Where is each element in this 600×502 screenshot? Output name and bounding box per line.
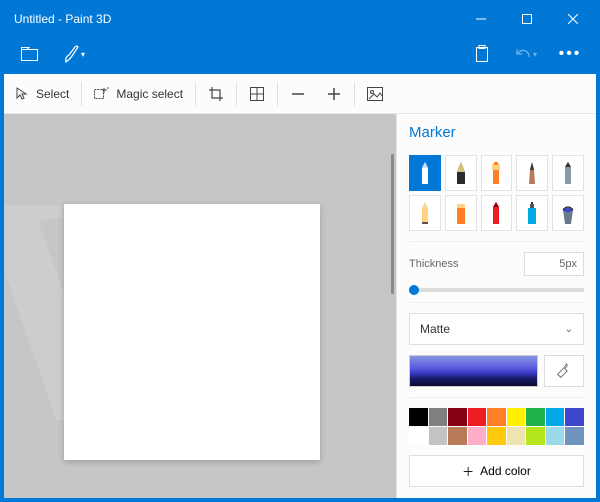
color-swatch[interactable] [448,408,467,426]
title-bar: Untitled - Paint 3D [4,4,596,34]
thickness-value[interactable]: 5px [524,252,584,276]
close-button[interactable] [550,4,596,34]
ellipsis-icon: ••• [559,45,582,63]
image-icon [367,86,383,102]
paste-button[interactable] [462,36,502,72]
plus-icon: ＋ [462,463,474,480]
spray-can-icon [525,200,539,226]
grid-toggle[interactable] [239,74,275,114]
magic-select-icon [94,86,110,102]
color-swatch[interactable] [468,408,487,426]
brush-pixel-pen[interactable] [552,155,584,191]
brush-grid [409,155,584,231]
thickness-slider[interactable] [409,288,584,292]
crop-icon [208,86,224,102]
menu-bar: ▾ ▾ ••• [4,34,596,74]
watercolor-icon [525,160,539,186]
canvas[interactable] [64,204,320,460]
color-palette [409,408,584,445]
material-value: Matte [420,322,450,336]
minus-icon [290,86,306,102]
crayon-icon [489,200,503,226]
brush-eraser[interactable] [445,195,477,231]
undo-icon [515,47,531,61]
thickness-label: Thickness [409,258,459,270]
canvas-viewport[interactable]: W http://winaero.com [4,114,396,498]
window-title: Untitled - Paint 3D [4,12,458,26]
color-swatch[interactable] [429,408,448,426]
menu-expand-button[interactable] [10,36,50,72]
zoom-in-button[interactable] [316,74,352,114]
color-swatch[interactable] [487,427,506,445]
eraser-icon [454,200,468,226]
eyedropper-icon [556,363,572,379]
chevron-down-icon: ▾ [81,50,85,59]
zoom-out-button[interactable] [280,74,316,114]
color-swatch[interactable] [565,427,584,445]
color-swatch[interactable] [507,408,526,426]
pencil-icon [418,200,432,226]
brush-spray-can[interactable] [516,195,548,231]
brush-calligraphy-pen[interactable] [445,155,477,191]
vertical-scrollbar[interactable] [391,154,394,294]
view-3d-button[interactable] [357,74,393,114]
brush-crayon[interactable] [481,195,513,231]
color-swatch[interactable] [546,427,565,445]
color-swatch[interactable] [448,427,467,445]
grid-icon [249,86,265,102]
marker-icon [418,160,432,186]
content-area: W http://winaero.com Marker [4,114,596,498]
brush-icon [63,45,79,63]
select-label: Select [36,87,69,101]
add-color-button[interactable]: ＋ Add color [409,455,584,487]
material-dropdown[interactable]: Matte ⌄ [409,313,584,345]
brush-marker[interactable] [409,155,441,191]
color-swatch[interactable] [487,408,506,426]
brush-oil[interactable] [481,155,513,191]
color-swatch[interactable] [409,427,428,445]
chevron-down-icon: ⌄ [565,324,573,335]
cursor-icon [14,86,30,102]
brush-pencil[interactable] [409,195,441,231]
current-color-swatch[interactable] [409,355,538,387]
brushes-panel: Marker Thickness 5px [396,114,596,498]
undo-button[interactable]: ▾ [506,36,546,72]
crop-tool[interactable] [198,74,234,114]
bucket-icon [560,200,576,226]
folder-icon [21,47,39,61]
maximize-icon [522,14,532,24]
color-swatch[interactable] [565,408,584,426]
tool-bar: Select Magic select [4,74,596,114]
color-swatch[interactable] [526,427,545,445]
add-color-label: Add color [480,464,531,478]
pixel-pen-icon [561,160,575,186]
color-swatch[interactable] [468,427,487,445]
magic-select-label: Magic select [116,87,183,101]
color-swatch[interactable] [507,427,526,445]
magic-select-tool[interactable]: Magic select [84,74,193,114]
brushes-menu-button[interactable]: ▾ [54,36,94,72]
plus-icon [326,86,342,102]
minimize-icon [476,14,486,24]
color-swatch[interactable] [546,408,565,426]
panel-heading: Marker [409,124,584,141]
color-swatch[interactable] [409,408,428,426]
clipboard-icon [474,45,490,63]
chevron-down-icon: ▾ [533,50,537,59]
more-button[interactable]: ••• [550,36,590,72]
color-swatch[interactable] [429,427,448,445]
app-window: Untitled - Paint 3D ▾ ▾ ••• [4,4,596,498]
close-icon [568,14,578,24]
oil-brush-icon [489,160,503,186]
minimize-button[interactable] [458,4,504,34]
eyedropper-button[interactable] [544,355,584,387]
brush-watercolor[interactable] [516,155,548,191]
color-swatch[interactable] [526,408,545,426]
slider-thumb[interactable] [409,285,419,295]
brush-fill[interactable] [552,195,584,231]
select-tool[interactable]: Select [4,74,79,114]
pen-icon [454,160,468,186]
thickness-row: Thickness 5px [409,252,584,276]
maximize-button[interactable] [504,4,550,34]
